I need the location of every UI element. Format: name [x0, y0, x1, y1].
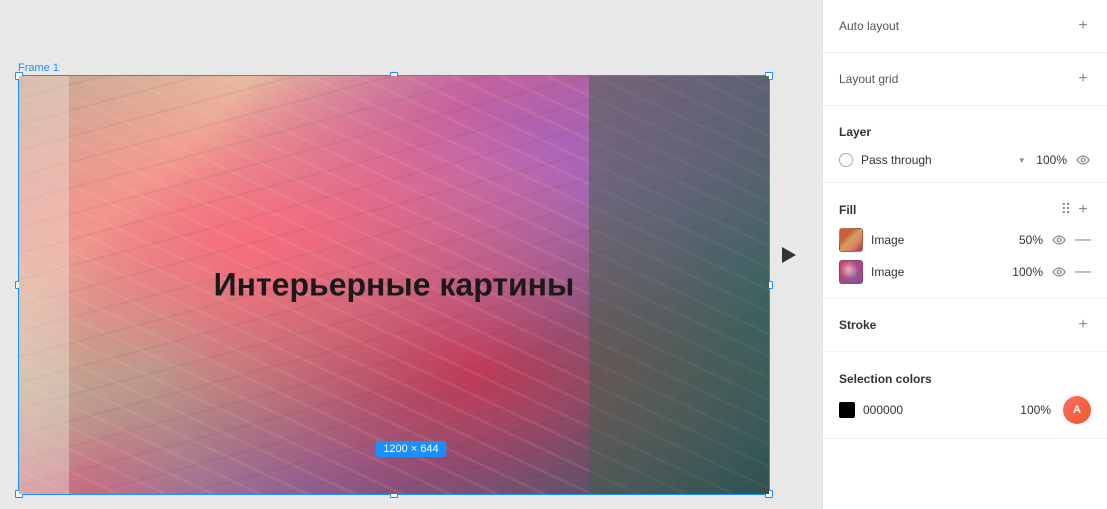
fill-header: Fill ⠿ +: [839, 193, 1091, 224]
green-overlay: [589, 76, 769, 494]
color-hex-1[interactable]: 000000: [863, 403, 1008, 417]
frame-content: Интерьерные картины: [19, 76, 769, 494]
canvas-area: Frame 1 Интерьерные картины 1200 × 644: [0, 0, 822, 509]
fill-thumbnail-2[interactable]: [839, 260, 863, 284]
size-badge: 1200 × 644: [375, 441, 446, 457]
layer-row: Pass through ▾ 100%: [839, 148, 1091, 172]
layer-section: Layer Pass through ▾ 100%: [823, 106, 1107, 183]
frame-label: Frame 1: [18, 62, 59, 74]
fill-label-1[interactable]: Image: [871, 233, 1000, 247]
fill-visibility-icon-1[interactable]: [1051, 232, 1067, 248]
auto-layout-section: Auto layout +: [823, 0, 1107, 53]
fill-visibility-icon-2[interactable]: [1051, 264, 1067, 280]
color-row-1: 000000 100% A: [839, 392, 1091, 428]
frame-wrapper[interactable]: Интерьерные картины: [18, 75, 770, 495]
layout-grid-title: Layout grid: [839, 72, 898, 86]
user-avatar: A: [1063, 396, 1091, 424]
selection-colors-title: Selection colors: [839, 362, 1091, 392]
fill-remove-button-2[interactable]: —: [1075, 263, 1091, 281]
layer-opacity-value[interactable]: 100%: [1032, 153, 1067, 167]
layout-grid-add-button[interactable]: +: [1075, 71, 1091, 87]
fill-remove-button-1[interactable]: —: [1075, 231, 1091, 249]
layer-visibility-icon[interactable]: [1075, 152, 1091, 168]
fill-label-2[interactable]: Image: [871, 265, 1000, 279]
color-opacity-1[interactable]: 100%: [1016, 403, 1051, 417]
fill-opacity-2[interactable]: 100%: [1008, 265, 1043, 279]
fill-thumbnail-1[interactable]: [839, 228, 863, 252]
color-swatch-1[interactable]: [839, 402, 855, 418]
blend-arrow-icon[interactable]: ▾: [1019, 155, 1024, 166]
layout-grid-section: Layout grid +: [823, 53, 1107, 106]
auto-layout-add-button[interactable]: +: [1075, 18, 1091, 34]
stroke-header: Stroke +: [839, 309, 1091, 341]
fill-item-2: Image 100% —: [839, 256, 1091, 288]
fill-item-1: Image 50% —: [839, 224, 1091, 256]
layer-header: Layer: [839, 116, 1091, 148]
fill-controls: ⠿ +: [1061, 201, 1091, 218]
selection-colors-section: Selection colors 000000 100% A: [823, 352, 1107, 439]
fill-section: Fill ⠿ + Image 50% — Image 100%: [823, 183, 1107, 299]
fill-opacity-1[interactable]: 50%: [1008, 233, 1043, 247]
fill-title: Fill: [839, 203, 856, 217]
layout-grid-header: Layout grid +: [839, 63, 1091, 95]
layer-title: Layer: [839, 125, 871, 139]
blend-circle-icon: [839, 153, 853, 167]
auto-layout-title: Auto layout: [839, 19, 899, 33]
cursor-arrow: [782, 247, 796, 263]
blend-mode-label[interactable]: Pass through: [861, 153, 1011, 167]
fill-grid-icon[interactable]: ⠿: [1061, 201, 1071, 218]
stroke-title: Stroke: [839, 318, 876, 332]
auto-layout-header: Auto layout +: [839, 10, 1091, 42]
right-panel: Auto layout + Layout grid + Layer Pass t…: [822, 0, 1107, 509]
frame-title-text: Интерьерные картины: [214, 267, 575, 304]
stroke-add-button[interactable]: +: [1075, 317, 1091, 333]
fill-add-button[interactable]: +: [1075, 202, 1091, 218]
stroke-section: Stroke +: [823, 299, 1107, 352]
left-overlay: [19, 76, 69, 494]
